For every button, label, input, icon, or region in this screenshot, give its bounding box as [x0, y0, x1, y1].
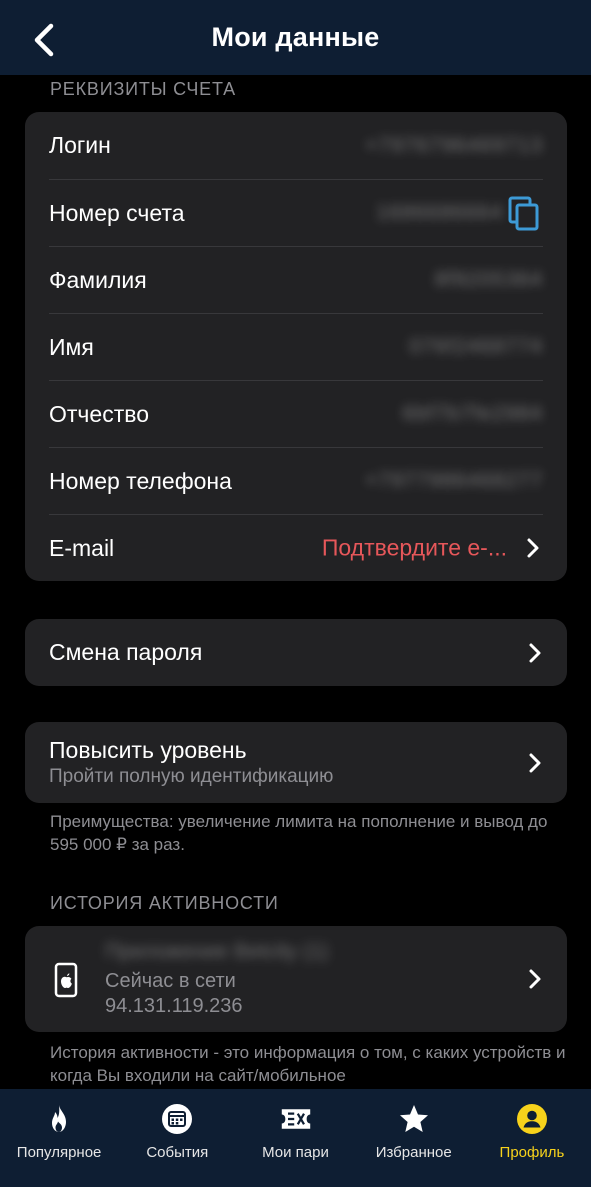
password-card: Смена пароля — [25, 619, 567, 686]
tab-my-bets[interactable]: Мои пари — [236, 1089, 354, 1187]
patronymic-label: Отчество — [49, 400, 149, 427]
tab-events[interactable]: События — [118, 1089, 236, 1187]
activity-status: Сейчас в сети — [105, 970, 236, 992]
chevron-right-icon — [527, 538, 539, 558]
tab-profile-label: Профиль — [499, 1144, 565, 1161]
activity-app-name: Приложение Betcity (1) — [105, 940, 329, 963]
email-row[interactable]: E-mail Подтвердите e-... — [49, 514, 543, 581]
bottom-tab-bar: Популярное События Мои пари Избранное Пр… — [0, 1089, 591, 1187]
phone-row: Номер телефона +7977986468277 — [49, 447, 543, 514]
change-password-button[interactable]: Смена пароля — [25, 619, 567, 686]
account-details-card: Логин +7976796469713 Номер счета 1686686… — [25, 112, 567, 581]
flame-icon — [52, 1105, 67, 1132]
surname-value: 8f9205364 — [434, 268, 543, 291]
account-number-label: Номер счета — [49, 199, 185, 226]
account-section-label: РЕКВИЗИТЫ СЧЕТА — [50, 79, 236, 99]
copy-icon — [508, 196, 539, 231]
chevron-right-icon — [529, 643, 541, 662]
upgrade-card: Повысить уровень Пройти полную идентифик… — [25, 722, 567, 803]
upgrade-level-button[interactable]: Повысить уровень Пройти полную идентифик… — [25, 722, 567, 803]
phone-value: +7977986468277 — [364, 469, 543, 492]
tab-my-bets-label: Мои пари — [262, 1144, 329, 1161]
first-name-row: Имя 076f2468774 — [49, 313, 543, 380]
account-number-row: Номер счета 1686686664 — [49, 179, 543, 246]
chevron-right-icon — [529, 753, 541, 772]
activity-section-label: ИСТОРИЯ АКТИВНОСТИ — [50, 893, 279, 913]
patronymic-value: 6bf7b7fe2984 — [402, 402, 543, 425]
change-password-label: Смена пароля — [49, 639, 203, 665]
email-confirm-warning: Подтвердите e-... — [321, 534, 507, 561]
profile-icon — [516, 1104, 547, 1134]
top-bar: Мои данные — [0, 0, 591, 75]
chevron-left-icon — [34, 23, 54, 57]
activity-card: Приложение Betcity (1) Сейчас в сети 94.… — [25, 926, 567, 1032]
upgrade-title: Повысить уровень — [49, 737, 247, 763]
surname-label: Фамилия — [49, 266, 147, 293]
patronymic-row: Отчество 6bf7b7fe2984 — [49, 380, 543, 447]
upgrade-benefits-note: Преимущества: увеличение лимита на попол… — [50, 812, 548, 854]
tab-favorites-label: Избранное — [375, 1144, 452, 1161]
copy-button[interactable] — [507, 195, 541, 231]
email-label: E-mail — [49, 534, 115, 561]
tab-popular[interactable]: Популярное — [0, 1089, 118, 1187]
phone-apple-icon — [54, 962, 78, 998]
login-row: Логин +7976796469713 — [49, 112, 543, 179]
chevron-right-icon — [529, 969, 541, 989]
activity-ip-address: 94.131.119.236 — [105, 995, 243, 1017]
account-number-value: 1686686664 — [376, 201, 503, 224]
phone-label: Номер телефона — [49, 467, 232, 494]
login-label: Логин — [49, 132, 111, 158]
tab-favorites[interactable]: Избранное — [355, 1089, 473, 1187]
first-name-value: 076f2468774 — [409, 335, 543, 358]
star-icon — [399, 1105, 428, 1132]
calendar-icon — [162, 1104, 193, 1134]
page-title: Мои данные — [211, 22, 380, 52]
upgrade-subtitle: Пройти полную идентификацию — [49, 766, 334, 787]
back-button[interactable] — [26, 20, 62, 60]
tab-events-label: События — [146, 1144, 209, 1161]
first-name-label: Имя — [49, 333, 94, 360]
tab-popular-label: Популярное — [16, 1144, 102, 1161]
login-value: +7976796469713 — [364, 133, 543, 157]
tab-profile[interactable]: Профиль — [473, 1089, 591, 1187]
activity-history-note: История активности - это информация о то… — [50, 1043, 566, 1085]
ticket-icon — [281, 1109, 310, 1129]
surname-row: Фамилия 8f9205364 — [49, 246, 543, 313]
activity-session-item[interactable]: Приложение Betcity (1) Сейчас в сети 94.… — [25, 926, 567, 1032]
